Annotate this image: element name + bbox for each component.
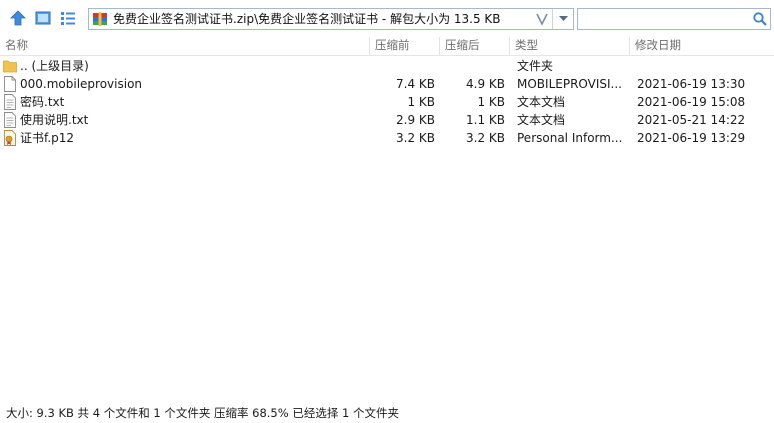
- column-compressed-header[interactable]: 压缩后: [440, 37, 510, 55]
- view-large-icons-button[interactable]: [33, 8, 53, 28]
- file-icon: [4, 76, 16, 92]
- column-type-header[interactable]: 类型: [510, 37, 630, 55]
- file-compressed: 4.9 KB: [466, 77, 505, 91]
- archive-icon: [93, 12, 107, 26]
- view-icons-icon: [35, 11, 51, 25]
- address-dropdown-button[interactable]: [552, 9, 573, 29]
- file-type: 文本文档: [517, 95, 566, 109]
- file-packed: 3.2 KB: [396, 131, 435, 145]
- file-packed: 1 KB: [407, 95, 435, 109]
- file-row[interactable]: 密码.txt 1 KB 1 KB 文本文档 2021-06-19 15:08: [0, 93, 774, 111]
- column-modified-header[interactable]: 修改日期: [630, 37, 774, 55]
- file-row[interactable]: 000.mobileprovision 7.4 KB 4.9 KB MOBILE…: [0, 75, 774, 93]
- search-icon[interactable]: [752, 11, 768, 27]
- chevron-down-icon: [558, 16, 568, 21]
- column-name-header[interactable]: 名称: [0, 37, 370, 55]
- file-modified: 2021-06-19 13:29: [637, 131, 746, 145]
- toolbar: 免费企业签名测试证书.zip\免费企业签名测试证书 - 解包大小为 13.5 K…: [0, 0, 774, 38]
- file-name: 密码.txt: [20, 95, 65, 109]
- folder-icon: [3, 60, 17, 73]
- file-compressed: 3.2 KB: [466, 131, 505, 145]
- file-modified: 2021-06-19 15:08: [637, 95, 746, 109]
- file-name: .. (上级目录): [20, 59, 89, 73]
- file-name: 证书f.p12: [20, 131, 75, 145]
- file-modified: [637, 57, 767, 75]
- address-history-button[interactable]: [534, 9, 550, 29]
- arrow-up-icon: [10, 10, 26, 26]
- text-file-icon: [4, 112, 16, 128]
- file-modified: 2021-05-21 14:22: [637, 113, 746, 127]
- file-row[interactable]: 使用说明.txt 2.9 KB 1.1 KB 文本文档 2021-05-21 1…: [0, 111, 774, 129]
- address-path: 免费企业签名测试证书.zip\免费企业签名测试证书 - 解包大小为 13.5 K…: [113, 12, 501, 26]
- column-packed-header[interactable]: 压缩前: [370, 37, 440, 55]
- search-input[interactable]: [577, 8, 771, 30]
- file-compressed: [440, 57, 505, 75]
- file-name: 000.mobileprovision: [20, 77, 143, 91]
- file-compressed: 1.1 KB: [466, 113, 505, 127]
- file-row[interactable]: 证书f.p12 3.2 KB 3.2 KB Personal Inform...…: [0, 129, 774, 147]
- certificate-icon: [4, 130, 16, 146]
- file-type: 文件夹: [517, 59, 554, 73]
- up-folder-button[interactable]: [8, 8, 28, 28]
- file-type: 文本文档: [517, 113, 566, 127]
- file-name: 使用说明.txt: [20, 113, 89, 127]
- file-packed: 2.9 KB: [396, 113, 435, 127]
- file-type: Personal Inform...: [517, 131, 623, 145]
- chevron-v-icon: [536, 13, 548, 26]
- view-details-button[interactable]: [58, 8, 78, 28]
- list-view-icon: [61, 12, 75, 25]
- file-type: MOBILEPROVISI...: [517, 77, 622, 91]
- file-row-parent[interactable]: .. (上级目录) 文件夹: [0, 57, 774, 75]
- text-file-icon: [4, 94, 16, 110]
- file-packed: [370, 57, 435, 75]
- address-bar[interactable]: 免费企业签名测试证书.zip\免费企业签名测试证书 - 解包大小为 13.5 K…: [88, 8, 574, 30]
- file-modified: 2021-06-19 13:30: [637, 77, 746, 91]
- file-packed: 7.4 KB: [396, 77, 435, 91]
- status-bar: 大小: 9.3 KB 共 4 个文件和 1 个文件夹 压缩率 68.5% 已经选…: [6, 406, 399, 420]
- column-header: 名称 压缩前 压缩后 类型 修改日期: [0, 37, 774, 56]
- file-compressed: 1 KB: [477, 95, 505, 109]
